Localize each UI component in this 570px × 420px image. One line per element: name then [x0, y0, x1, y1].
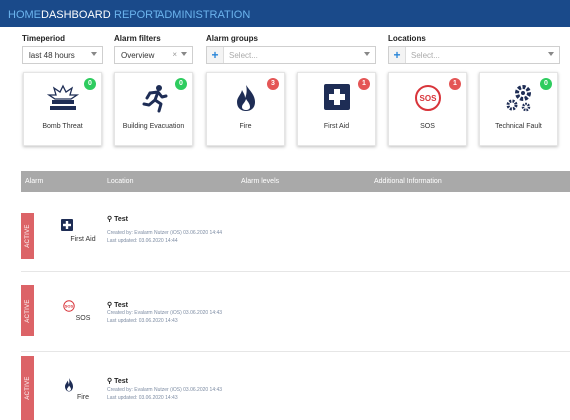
count-badge: 1 [358, 78, 370, 90]
fire-icon [65, 378, 73, 392]
created-by: Created by: Evalarm Nutzer (iOS) 03.06.2… [107, 230, 223, 236]
svg-text:SOS: SOS [420, 94, 438, 103]
alarm-table-header: Alarm Location Alarm levels Additional I… [21, 171, 570, 192]
map-pin-icon: ⚲ [107, 216, 113, 223]
nav-home[interactable]: HOME [8, 9, 41, 22]
timeperiod-select[interactable]: last 48 hours [22, 46, 103, 64]
card-label: SOS [420, 123, 435, 130]
chevron-down-icon [181, 52, 187, 56]
card-label: Bomb Threat [42, 123, 83, 130]
locations-label: Locations [388, 34, 426, 43]
card-label: Technical Fault [495, 123, 542, 130]
status-badge: ACTIVE [21, 213, 34, 259]
alarm-groups-placeholder: Select... [229, 51, 258, 60]
running-person-icon [142, 85, 168, 113]
header-alarm: Alarm [25, 178, 44, 185]
table-row[interactable]: ACTIVE First Aid ⚲ Test Created by: Evala… [21, 193, 570, 272]
locations-placeholder: Select... [411, 51, 440, 60]
fire-icon [237, 85, 255, 111]
sos-icon: SOS [63, 300, 75, 312]
location-name: ⚲ Test [107, 378, 129, 385]
header-location: Location [107, 178, 134, 185]
table-row[interactable]: ACTIVE Fire ⚲ Test Created by: Evalarm Nu… [21, 352, 570, 420]
card-label: First Aid [323, 123, 350, 130]
alarm-filters-value: Overview [121, 51, 155, 60]
last-updated: Last updated: 03.06.2020 14:43 [107, 395, 178, 401]
card-sos[interactable]: 1 SOS SOS [388, 72, 467, 146]
alarm-groups-select[interactable]: + Select... [206, 46, 376, 64]
first-aid-icon [61, 219, 73, 231]
status-badge: ACTIVE [21, 356, 34, 420]
timeperiod-value: last 48 hours [29, 51, 75, 60]
chevron-down-icon [548, 52, 554, 56]
count-badge: 0 [540, 78, 552, 90]
plus-icon[interactable]: + [389, 47, 406, 63]
count-badge: 0 [84, 78, 96, 90]
card-first-aid[interactable]: 1 First Aid [297, 72, 376, 146]
card-building-evacuation[interactable]: 0 Building Evacuation [114, 72, 193, 146]
nav-administration[interactable]: ADMINISTRATION [157, 9, 250, 22]
card-label: Building Evacuation [122, 123, 185, 130]
chevron-down-icon [91, 52, 97, 56]
card-fire[interactable]: 3 Fire [206, 72, 285, 146]
plus-icon[interactable]: + [207, 47, 224, 63]
created-by: Created by: Evalarm Nutzer (iOS) 03.06.2… [107, 310, 223, 316]
alarm-filters-select[interactable]: Overview × [114, 46, 193, 64]
last-updated: Last updated: 03.06.2020 14:44 [107, 238, 178, 244]
card-bomb-threat[interactable]: 0 Bomb Threat [23, 72, 102, 146]
location-name: ⚲ Test [107, 302, 129, 309]
svg-text:SOS: SOS [65, 304, 74, 309]
created-by: Created by: Evalarm Nutzer (iOS) 03.06.2… [107, 387, 223, 393]
first-aid-icon [324, 84, 350, 110]
nav-report[interactable]: REPORT [114, 9, 160, 22]
card-label: Fire [239, 123, 252, 130]
nav-dashboard[interactable]: DASHBOARD [41, 9, 111, 22]
last-updated: Last updated: 03.06.2020 14:43 [107, 318, 178, 324]
locations-select[interactable]: + Select... [388, 46, 560, 64]
bomb-threat-icon [46, 84, 80, 110]
header-additional-information: Additional Information [374, 178, 442, 185]
alarm-filters-label: Alarm filters [114, 34, 161, 43]
card-technical-fault[interactable]: 0 Technical Fault [479, 72, 558, 146]
gears-icon [506, 85, 531, 112]
alarm-groups-label: Alarm groups [206, 34, 259, 43]
clear-icon[interactable]: × [172, 50, 177, 59]
count-badge: 3 [267, 78, 279, 90]
count-badge: 0 [175, 78, 187, 90]
chevron-down-icon [364, 52, 370, 56]
top-nav: HOME DASHBOARD REPORT ADMINISTRATION [0, 0, 570, 27]
table-row[interactable]: ACTIVE SOS SOS ⚲ Test Created by: Evalarm… [21, 272, 570, 352]
map-pin-icon: ⚲ [107, 302, 113, 309]
timeperiod-label: Timeperiod [22, 34, 65, 43]
sos-icon: SOS [415, 85, 441, 111]
location-name: ⚲ Test [107, 216, 129, 223]
status-badge: ACTIVE [21, 285, 34, 336]
map-pin-icon: ⚲ [107, 378, 113, 385]
header-alarm-levels: Alarm levels [241, 178, 280, 185]
count-badge: 1 [449, 78, 461, 90]
